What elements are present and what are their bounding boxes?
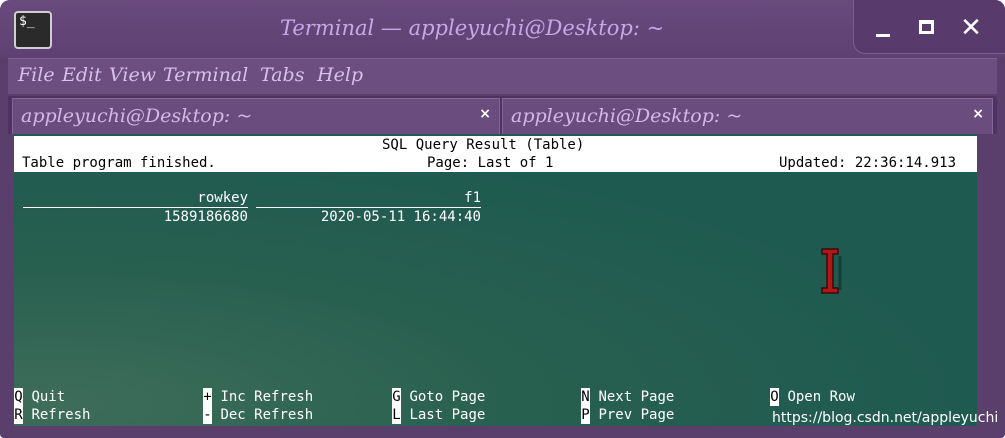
terminal-area[interactable]: SQL Query Result (Table) Table program f… bbox=[14, 134, 977, 426]
key-inc-refresh-key: + bbox=[203, 388, 212, 406]
text-cursor-icon bbox=[821, 248, 842, 294]
key-quit[interactable]: Q Quit bbox=[14, 388, 65, 406]
key-last-page-label: Last Page bbox=[409, 407, 486, 423]
tab-2-close-icon[interactable]: × bbox=[972, 106, 984, 122]
menu-tabs[interactable]: Tabs bbox=[260, 64, 304, 86]
key-dec-refresh-key: - bbox=[203, 406, 212, 424]
key-prev-page-label: Prev Page bbox=[598, 407, 675, 423]
tab-1-label: appleyuchi@Desktop: ~ bbox=[21, 105, 253, 127]
updated-timestamp: Updated: 22:36:14.913 bbox=[779, 155, 957, 171]
key-last-page[interactable]: L Last Page bbox=[392, 406, 485, 424]
tab-2[interactable]: appleyuchi@Desktop: ~ × bbox=[502, 98, 993, 134]
key-dec-refresh[interactable]: - Dec Refresh bbox=[203, 406, 313, 424]
key-open-row-label: Open Row bbox=[787, 389, 855, 405]
column-header-rowkey: rowkey bbox=[23, 189, 248, 208]
terminal-app-icon[interactable]: $_ bbox=[14, 11, 52, 49]
column-header-f1: f1 bbox=[256, 189, 481, 208]
close-icon[interactable]: ✕ bbox=[959, 15, 983, 41]
key-prev-page-key: P bbox=[581, 406, 590, 424]
key-prev-page[interactable]: P Prev Page bbox=[581, 406, 674, 424]
maximize-icon[interactable] bbox=[916, 16, 940, 40]
key-refresh[interactable]: R Refresh bbox=[14, 406, 90, 424]
key-inc-refresh[interactable]: + Inc Refresh bbox=[203, 388, 313, 406]
result-header: SQL Query Result (Table) Table program f… bbox=[14, 136, 977, 172]
key-quit-label: Quit bbox=[31, 389, 66, 405]
key-inc-refresh-label: Inc Refresh bbox=[220, 389, 314, 405]
window-title: Terminal — appleyuchi@Desktop: ~ bbox=[280, 16, 665, 40]
window-controls: ✕ bbox=[853, 0, 1005, 54]
menu-terminal[interactable]: Terminal bbox=[163, 64, 248, 86]
key-open-row[interactable]: O Open Row bbox=[770, 388, 855, 406]
menu-view[interactable]: View bbox=[109, 64, 156, 86]
key-last-page-key: L bbox=[392, 406, 401, 424]
key-goto-page-label: Goto Page bbox=[409, 389, 486, 405]
minimize-icon[interactable] bbox=[872, 16, 896, 40]
title-bar[interactable]: $_ Terminal — appleyuchi@Desktop: ~ ✕ bbox=[0, 0, 1005, 58]
key-goto-page[interactable]: G Goto Page bbox=[392, 388, 485, 406]
menu-bar: File Edit View Terminal Tabs Help bbox=[8, 58, 997, 94]
key-quit-key: Q bbox=[14, 388, 23, 406]
key-next-page-key: N bbox=[581, 388, 590, 406]
key-next-page-label: Next Page bbox=[598, 389, 675, 405]
tab-1-close-icon[interactable]: × bbox=[479, 106, 491, 122]
result-title: SQL Query Result (Table) bbox=[382, 137, 585, 153]
key-goto-page-key: G bbox=[392, 388, 401, 406]
menu-help[interactable]: Help bbox=[317, 64, 363, 86]
key-refresh-key: R bbox=[14, 406, 23, 424]
tab-2-label: appleyuchi@Desktop: ~ bbox=[511, 105, 743, 127]
tab-bar: appleyuchi@Desktop: ~ × appleyuchi@Deskt… bbox=[8, 96, 997, 134]
menu-file[interactable]: File bbox=[18, 64, 55, 86]
key-open-row-key: O bbox=[770, 388, 779, 406]
watermark-url: https://blog.csdn.net/appleyuchi bbox=[772, 410, 999, 426]
key-refresh-label: Refresh bbox=[31, 407, 91, 423]
terminal-window: $_ Terminal — appleyuchi@Desktop: ~ ✕ Fi… bbox=[0, 0, 1005, 438]
table-cell-rowkey[interactable]: 1589186680 bbox=[23, 208, 248, 226]
status-text: Table program finished. bbox=[22, 155, 216, 171]
tab-1[interactable]: appleyuchi@Desktop: ~ × bbox=[12, 98, 500, 134]
menu-edit[interactable]: Edit bbox=[62, 64, 102, 86]
key-dec-refresh-label: Dec Refresh bbox=[220, 407, 314, 423]
page-indicator: Page: Last of 1 bbox=[427, 155, 554, 171]
table-cell-f1[interactable]: 2020-05-11 16:44:40 bbox=[256, 208, 481, 226]
key-next-page[interactable]: N Next Page bbox=[581, 388, 674, 406]
